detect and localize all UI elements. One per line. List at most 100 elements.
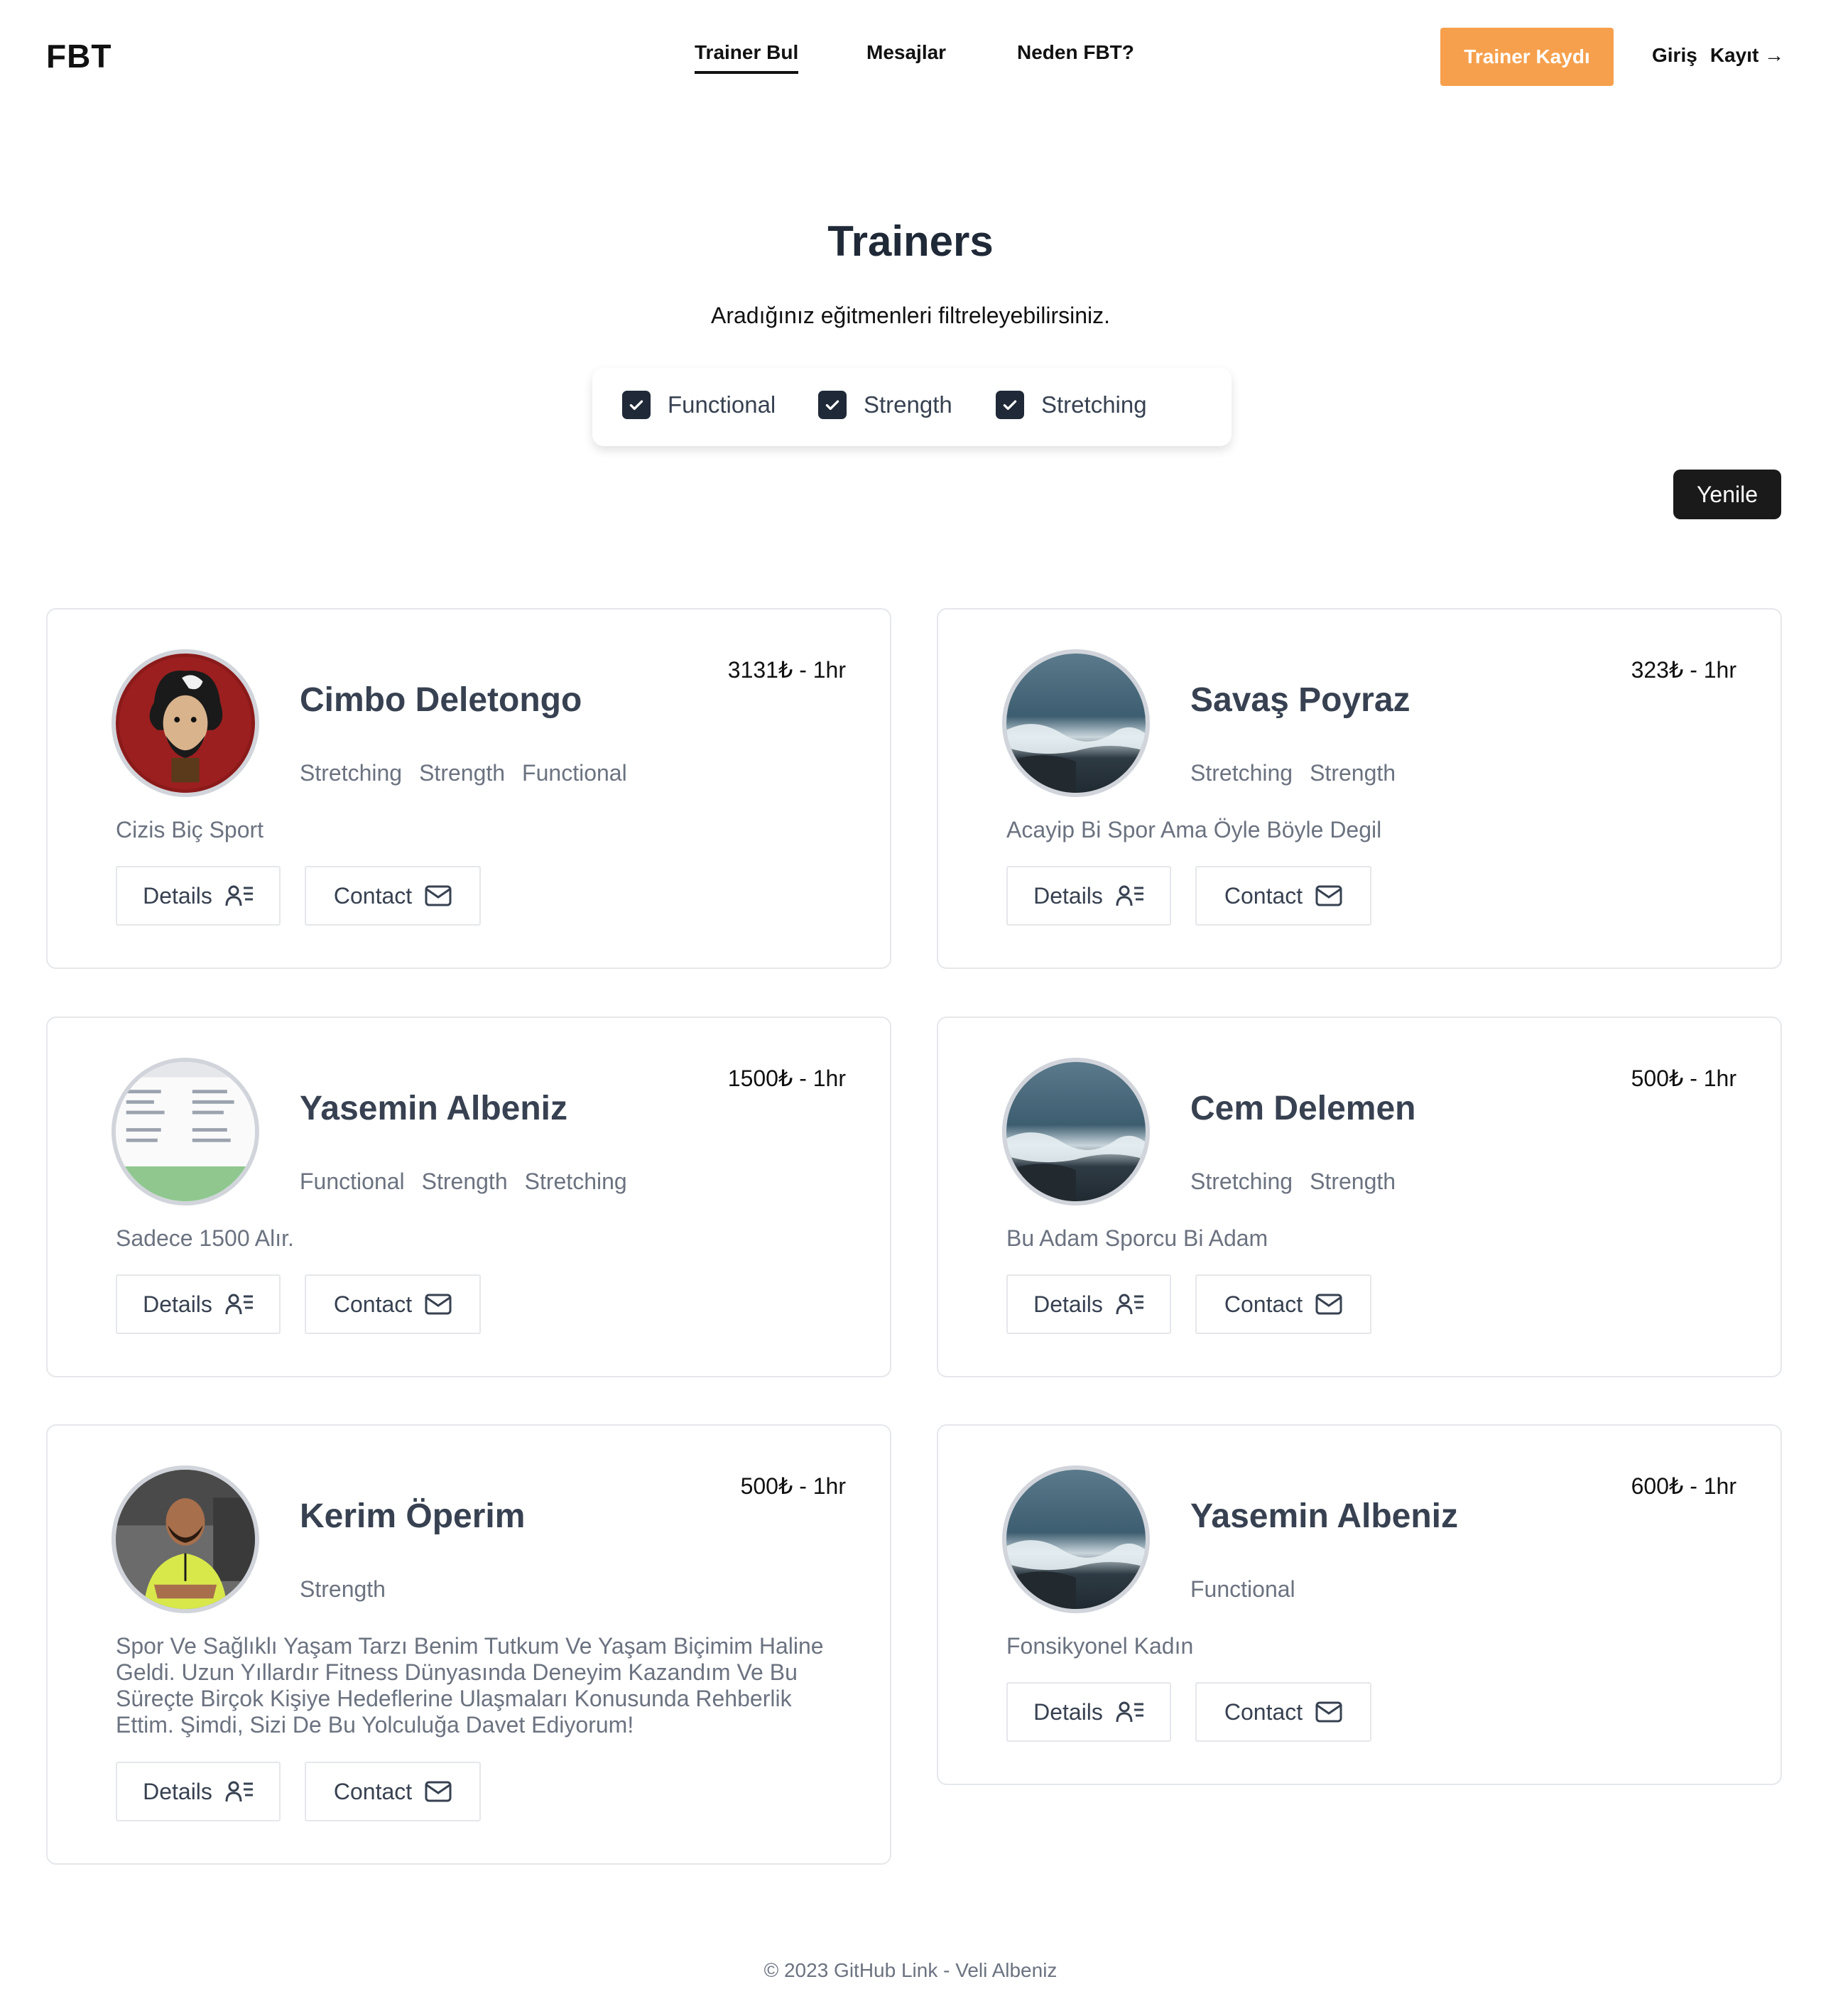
details-button[interactable]: Details [116,1762,281,1821]
mail-icon [425,1781,452,1802]
trainer-price: 500₺ - 1hr [1631,1066,1736,1091]
trainer-price: 1500₺ - 1hr [727,1066,846,1091]
trainer-tags: Stretching Strength [1190,1169,1413,1195]
contact-button[interactable]: Contact [1195,1274,1371,1334]
header: FBT Trainer Bul Mesajlar Neden FBT? Trai… [0,0,1821,114]
filter-strength[interactable]: Strength [818,391,952,419]
user-list-icon [1116,1294,1143,1315]
contact-label: Contact [333,882,413,909]
trainer-tags: Stretching Strength [1190,760,1413,786]
nav-mesajlar[interactable]: Mesajlar [866,41,946,64]
trainer-description: Bu Adam Sporcu Bi Adam [1006,1225,1268,1251]
page-subtitle: Aradığınız eğitmenleri filtreleyebilirsi… [711,303,1110,328]
trainer-name: Kerim Öperim [300,1497,526,1535]
user-list-icon [225,1294,253,1315]
details-label: Details [1033,882,1103,909]
contact-button[interactable]: Contact [305,1274,481,1334]
contact-label: Contact [333,1778,413,1804]
checkbox-checked-icon[interactable] [996,391,1024,419]
details-button[interactable]: Details [1006,866,1171,926]
tag: Stretching [300,760,403,786]
trainer-card: Yasemin Albeniz 1500₺ - 1hr Functional St… [46,1017,891,1377]
auth-links: Giriş Kayıt → [1652,44,1784,67]
contact-button[interactable]: Contact [1195,866,1371,926]
trainer-avatar [1002,1058,1150,1205]
contact-button[interactable]: Contact [305,1762,481,1821]
trainer-card: Savaş Poyraz 323₺ - 1hr Stretching Streng… [937,608,1782,969]
details-button[interactable]: Details [1006,1274,1171,1334]
checkbox-checked-icon[interactable] [622,391,651,419]
tag: Stretching [524,1169,627,1194]
trainer-avatar [112,1465,259,1613]
nav-neden-fbt[interactable]: Neden FBT? [1017,41,1134,64]
details-button[interactable]: Details [1006,1682,1171,1742]
refresh-button[interactable]: Yenile [1673,470,1781,519]
trainer-avatar [1002,1465,1150,1613]
signup-link[interactable]: Kayıt → [1710,44,1784,66]
filter-panel: Functional Strength Stretching [592,368,1232,446]
details-label: Details [143,882,212,909]
user-list-icon [225,1781,253,1802]
nav-trainer-bul[interactable]: Trainer Bul [695,41,799,74]
contact-label: Contact [1224,1698,1303,1725]
trainer-card: Cimbo Deletongo 3131₺ - 1hr Stretching St… [46,608,891,969]
details-label: Details [1033,1698,1103,1725]
tag: Functional [300,1169,405,1194]
details-label: Details [143,1291,212,1317]
mail-icon [1315,1294,1342,1315]
tag: Functional [522,760,627,786]
contact-label: Contact [1224,882,1303,909]
filter-label: Stretching [1041,391,1147,418]
trainer-price: 500₺ - 1hr [740,1473,846,1499]
trainer-price: 600₺ - 1hr [1631,1473,1736,1499]
trainer-avatar [112,649,259,797]
trainer-name: Yasemin Albeniz [1190,1497,1459,1535]
page-title: Trainers [827,217,994,265]
trainer-name: Savaş Poyraz [1190,681,1410,719]
user-list-icon [225,885,253,906]
logo[interactable]: FBT [46,37,112,75]
contact-label: Contact [1224,1291,1303,1317]
filter-label: Strength [864,391,952,418]
contact-button[interactable]: Contact [305,866,481,926]
trainer-price: 3131₺ - 1hr [727,657,846,683]
tag: Strength [1310,1169,1396,1194]
trainer-tags: Functional [1190,1576,1312,1603]
mail-icon [1315,885,1342,906]
contact-button[interactable]: Contact [1195,1682,1371,1742]
trainer-register-button[interactable]: Trainer Kaydı [1440,28,1614,86]
tag: Strength [419,760,506,786]
details-button[interactable]: Details [116,866,281,926]
trainer-name: Yasemin Albeniz [300,1090,568,1127]
login-link[interactable]: Giriş [1652,44,1697,66]
tag: Strength [300,1576,386,1602]
trainer-card: Kerim Öperim 500₺ - 1hr Strength Spor Ve… [46,1424,891,1865]
tag: Strength [1310,760,1396,786]
trainer-avatar [1002,649,1150,797]
trainer-tags: Functional Strength Stretching [300,1169,644,1195]
trainer-card: Yasemin Albeniz 600₺ - 1hr Functional Fo… [937,1424,1782,1785]
trainer-tags: Strength [300,1576,403,1603]
contact-label: Contact [333,1291,413,1317]
details-button[interactable]: Details [116,1274,281,1334]
trainer-description: Acayip Bi Spor Ama Öyle Böyle Degil [1006,817,1382,842]
mail-icon [425,885,452,906]
filter-functional[interactable]: Functional [622,391,776,419]
details-label: Details [143,1778,212,1804]
trainer-tags: Stretching Strength Functional [300,760,644,786]
mail-icon [425,1294,452,1315]
trainer-description: Fonsikyonel Kadın [1006,1633,1194,1659]
tag: Functional [1190,1576,1295,1602]
tag: Stretching [1190,1169,1293,1194]
trainer-name: Cem Delemen [1190,1090,1416,1127]
details-label: Details [1033,1291,1103,1317]
tag: Stretching [1190,760,1293,786]
trainer-description: Sadece 1500 Alır. [116,1225,294,1251]
trainer-avatar [112,1058,259,1205]
trainer-card: Cem Delemen 500₺ - 1hr Stretching Strengt… [937,1017,1782,1377]
trainer-price: 323₺ - 1hr [1631,657,1736,683]
filter-stretching[interactable]: Stretching [996,391,1147,419]
checkbox-checked-icon[interactable] [818,391,847,419]
footer: © 2023 GitHub Link - Veli Albeniz [763,1959,1058,1981]
filter-label: Functional [668,391,776,418]
